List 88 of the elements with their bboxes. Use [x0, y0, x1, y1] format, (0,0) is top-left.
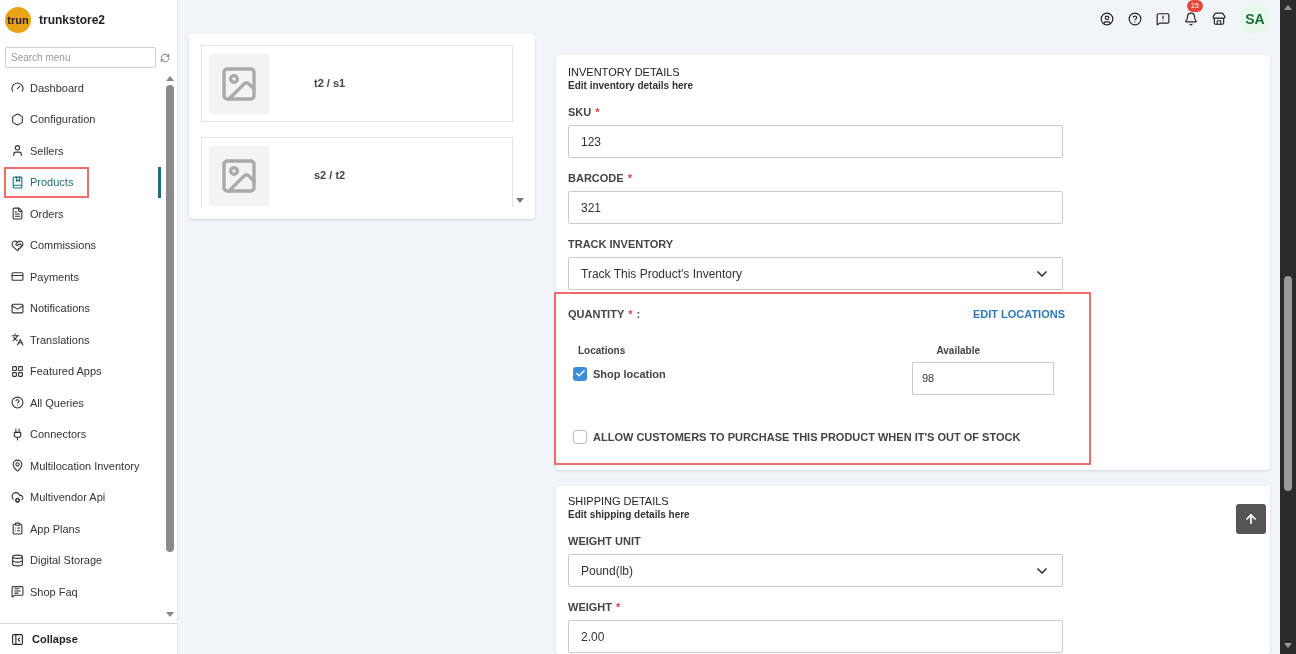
translate-icon	[11, 333, 24, 347]
panel-collapse-icon	[11, 632, 24, 646]
variant-item[interactable]: t2 / s1	[201, 45, 513, 122]
clipboard-icon	[11, 522, 24, 536]
user-icon[interactable]	[1100, 12, 1114, 26]
section-subtitle: Edit inventory details here	[568, 79, 695, 92]
notification-icon[interactable]	[1184, 12, 1198, 26]
section-title: SHIPPING DETAILS	[568, 495, 670, 508]
sidebar-item[interactable]: Orders	[4, 198, 80, 230]
map-pin-icon	[11, 459, 24, 473]
sidebar-item[interactable]: App Plans	[4, 513, 97, 545]
arrow-up-icon	[1244, 512, 1258, 526]
sidebar-item[interactable]: Payments	[4, 261, 95, 293]
sidebar-item[interactable]: Notifications	[4, 292, 106, 324]
book-icon	[11, 175, 24, 189]
sidebar-item[interactable]: Commissions	[4, 229, 112, 261]
grid-icon	[11, 364, 24, 378]
required-asterisk: *	[628, 307, 633, 322]
sidebar-item[interactable]: Multilocation Inventory	[4, 450, 156, 482]
scroll-top-button[interactable]	[1236, 504, 1266, 534]
sidebar-item[interactable]: Shop Faq	[4, 576, 94, 608]
field-label: QUANTITY	[568, 307, 625, 322]
help-icon	[11, 396, 24, 410]
required-asterisk: *	[616, 600, 621, 614]
scrollbar-thumb[interactable]	[166, 85, 174, 552]
gauge-icon	[11, 81, 24, 95]
field-label: BARCODE	[568, 171, 624, 185]
edit-locations-link[interactable]: EDIT LOCATIONS	[972, 306, 1065, 323]
field-label: SKU	[568, 105, 592, 119]
refresh-icon[interactable]	[160, 52, 170, 63]
sidebar-item[interactable]: Translations	[4, 324, 106, 356]
mail-icon	[11, 301, 24, 315]
cloud-icon	[11, 490, 24, 504]
variant-item[interactable]: s2 / t2	[201, 137, 513, 207]
input-field[interactable]: 321	[568, 191, 1063, 224]
scroll-down-icon[interactable]	[166, 612, 174, 617]
user-icon	[11, 144, 24, 158]
image-placeholder	[209, 145, 269, 206]
field-label: WEIGHT UNIT	[568, 534, 641, 548]
select-field[interactable]: Pound(lb)	[568, 554, 1063, 587]
store-logo: trun	[5, 7, 31, 33]
sidebar-item[interactable]: Dashboard	[4, 72, 100, 104]
section-title: INVENTORY DETAILS	[568, 66, 681, 79]
sidebar-item[interactable]: All Queries	[4, 387, 100, 419]
column-header: Available	[936, 343, 980, 358]
scroll-up-icon[interactable]	[166, 76, 174, 81]
avatar[interactable]: SA	[1240, 4, 1270, 34]
hexagon-icon	[11, 112, 24, 126]
scrollbar-thumb[interactable]	[1284, 276, 1292, 491]
active-indicator	[158, 166, 161, 198]
section-subtitle: Edit shipping details here	[568, 508, 690, 521]
document-icon	[11, 207, 24, 221]
help-icon[interactable]	[1128, 12, 1142, 26]
location-name: Shop location	[593, 366, 666, 382]
input-field[interactable]: 123	[568, 125, 1063, 158]
sidebar-item[interactable]: Sellers	[4, 135, 80, 167]
checkbox-label: ALLOW CUSTOMERS TO PURCHASE THIS PRODUCT WHEN IT'S OUT OF STOCK	[593, 429, 1021, 445]
checkbox[interactable]	[573, 366, 587, 381]
plug-icon	[11, 427, 24, 441]
field-label: TRACK INVENTORY	[568, 237, 674, 251]
database-icon	[11, 553, 24, 567]
heart-hands-icon	[11, 238, 24, 252]
credit-card-icon	[11, 270, 24, 284]
sidebar-item[interactable]: Featured Apps	[4, 355, 118, 387]
field-label: WEIGHT	[568, 600, 612, 614]
search-field[interactable]: Search menu	[5, 47, 156, 68]
sidebar-item[interactable]: Products	[4, 166, 90, 198]
chat-question-icon	[11, 585, 24, 599]
required-asterisk: *	[627, 171, 632, 185]
input-field[interactable]: 2.00	[568, 620, 1063, 653]
scroll-down-icon[interactable]	[516, 198, 524, 203]
label-colon: :	[636, 307, 641, 322]
required-asterisk: *	[595, 105, 600, 119]
sidebar-item[interactable]: Configuration	[4, 103, 112, 135]
sidebar-item[interactable]: Connectors	[4, 418, 103, 450]
image-placeholder	[209, 53, 269, 114]
scroll-down-icon[interactable]	[1284, 643, 1292, 648]
available-input[interactable]: 98	[912, 361, 1054, 395]
select-field[interactable]: Track This Product's Inventory	[568, 257, 1063, 290]
checkbox[interactable]	[573, 429, 587, 444]
scroll-up-icon[interactable]	[1284, 5, 1292, 10]
chat-icon[interactable]	[1156, 12, 1170, 26]
store-name: trunkstore2	[39, 12, 106, 29]
collapse-button[interactable]: Collapse	[11, 630, 78, 648]
store-icon[interactable]	[1212, 12, 1226, 26]
sidebar-item[interactable]: Multivendor Api	[4, 481, 122, 513]
sidebar-item[interactable]: Digital Storage	[4, 544, 119, 576]
column-header: Locations	[578, 343, 626, 358]
